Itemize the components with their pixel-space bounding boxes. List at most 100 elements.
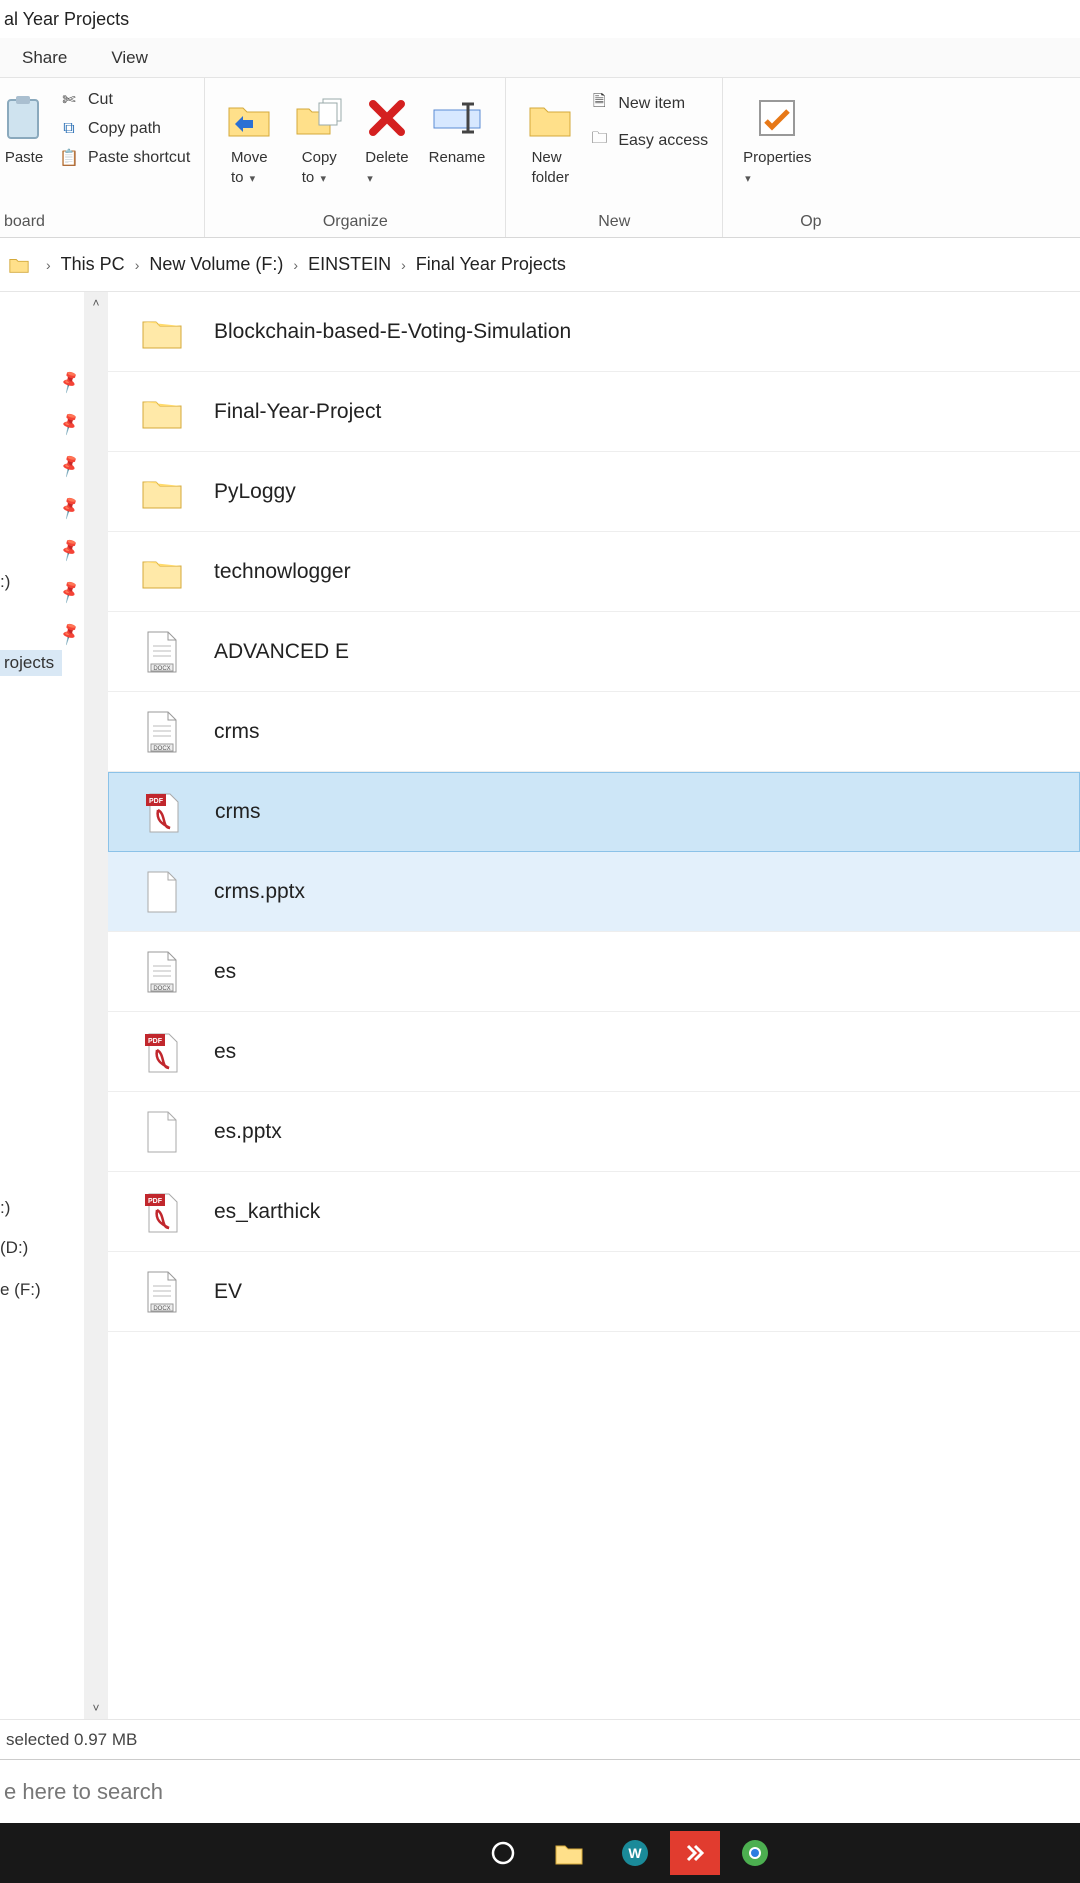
svg-text:DOCX: DOCX bbox=[153, 666, 170, 672]
scroll-track[interactable] bbox=[84, 314, 108, 1697]
delete-button[interactable]: Delete bbox=[355, 84, 418, 191]
breadcrumb-part[interactable]: New Volume (F:) bbox=[149, 254, 283, 275]
breadcrumb-part[interactable]: EINSTEIN bbox=[308, 254, 391, 275]
paste-shortcut-button[interactable]: 📋 Paste shortcut bbox=[54, 146, 194, 170]
copy-path-button[interactable]: ⧉ Copy path bbox=[54, 118, 194, 140]
file-row[interactable]: Final-Year-Project bbox=[108, 372, 1080, 452]
file-name: ADVANCED E bbox=[214, 640, 349, 664]
taskbar-search[interactable]: e here to search bbox=[0, 1759, 1080, 1823]
file-row[interactable]: PDF crms bbox=[108, 772, 1080, 852]
pin-icon: 📌 bbox=[56, 620, 83, 647]
ribbon-group-new: New folder 🗎 New item 🗀 Easy access New bbox=[506, 78, 723, 237]
pdf-icon: PDF bbox=[138, 1188, 186, 1236]
new-folder-button[interactable]: New folder bbox=[516, 84, 584, 191]
copy-path-icon: ⧉ bbox=[58, 120, 80, 138]
breadcrumb-part[interactable]: This PC bbox=[61, 254, 125, 275]
file-row[interactable]: PDFes bbox=[108, 1012, 1080, 1092]
nav-tree-item[interactable]: :) bbox=[0, 1198, 10, 1218]
move-to-button[interactable]: Move to bbox=[215, 84, 283, 191]
menu-bar: Share View bbox=[0, 38, 1080, 78]
paste-button[interactable]: Paste bbox=[4, 84, 54, 172]
menu-share[interactable]: Share bbox=[0, 48, 89, 68]
pin-icon: 📌 bbox=[56, 410, 83, 437]
file-name: es bbox=[214, 1040, 236, 1064]
chrome-taskbar-icon[interactable] bbox=[722, 1828, 788, 1878]
scissors-icon: ✄ bbox=[58, 90, 80, 110]
folder-icon bbox=[8, 254, 30, 276]
file-name: crms.pptx bbox=[214, 880, 305, 904]
chevron-right-icon: › bbox=[293, 257, 298, 273]
svg-text:PDF: PDF bbox=[148, 1198, 163, 1205]
docx-icon: DOCX bbox=[138, 628, 186, 676]
ribbon-group-label: Op bbox=[733, 213, 821, 235]
svg-text:DOCX: DOCX bbox=[153, 746, 170, 752]
ribbon-group-label: New bbox=[516, 213, 712, 235]
file-explorer-taskbar-icon[interactable] bbox=[536, 1828, 602, 1878]
nav-scrollbar[interactable]: ˄ ˅ bbox=[84, 292, 108, 1719]
paste-shortcut-icon: 📋 bbox=[58, 148, 80, 168]
file-row[interactable]: technowlogger bbox=[108, 532, 1080, 612]
docx-icon: DOCX bbox=[138, 948, 186, 996]
chevron-right-icon: › bbox=[46, 257, 51, 273]
menu-view[interactable]: View bbox=[89, 48, 170, 68]
file-row[interactable]: es.pptx bbox=[108, 1092, 1080, 1172]
breadcrumb[interactable]: › This PC › New Volume (F:) › EINSTEIN ›… bbox=[0, 238, 1080, 292]
taskbar: W bbox=[0, 1823, 1080, 1883]
file-row[interactable]: Blockchain-based-E-Voting-Simulation bbox=[108, 292, 1080, 372]
file-row[interactable]: PyLoggy bbox=[108, 452, 1080, 532]
ribbon-group-label: Organize bbox=[215, 213, 495, 235]
nav-tree-item[interactable]: e (F:) bbox=[0, 1280, 41, 1300]
folder-icon bbox=[138, 388, 186, 436]
copy-to-button[interactable]: Copy to bbox=[283, 84, 355, 191]
scroll-up-icon[interactable]: ˄ bbox=[84, 292, 108, 314]
nav-tree-item[interactable]: (D:) bbox=[0, 1238, 28, 1258]
file-name: technowlogger bbox=[214, 560, 351, 584]
rename-button[interactable]: Rename bbox=[419, 84, 496, 172]
file-name: PyLoggy bbox=[214, 480, 296, 504]
folder-icon bbox=[138, 308, 186, 356]
app-blue-taskbar-icon[interactable]: W bbox=[602, 1828, 668, 1878]
nav-tree-item[interactable]: rojects bbox=[0, 650, 62, 676]
navigation-pane[interactable]: 📌 📌 📌 📌 📌 📌 📌 :)rojects:)(D:)e (F:) ˄ ˅ bbox=[0, 292, 108, 1719]
cut-button[interactable]: ✄ Cut bbox=[54, 88, 194, 112]
new-item-button[interactable]: 🗎 New item bbox=[584, 88, 712, 119]
file-row[interactable]: PDFes_karthick bbox=[108, 1172, 1080, 1252]
nav-tree-item[interactable]: :) bbox=[0, 572, 10, 592]
delete-icon bbox=[367, 88, 407, 148]
easy-access-button[interactable]: 🗀 Easy access bbox=[584, 125, 712, 156]
file-name: Final-Year-Project bbox=[214, 400, 381, 424]
chevron-right-icon: › bbox=[135, 257, 140, 273]
file-row[interactable]: DOCXcrms bbox=[108, 692, 1080, 772]
file-row[interactable]: DOCX EV bbox=[108, 1252, 1080, 1332]
file-name: Blockchain-based-E-Voting-Simulation bbox=[214, 320, 571, 344]
file-row[interactable]: DOCX es bbox=[108, 932, 1080, 1012]
file-row[interactable]: DOCX ADVANCED E bbox=[108, 612, 1080, 692]
window-title-bar: al Year Projects bbox=[0, 0, 1080, 38]
file-row[interactable]: crms.pptx bbox=[108, 852, 1080, 932]
properties-button[interactable]: Properties bbox=[733, 84, 821, 191]
breadcrumb-part[interactable]: Final Year Projects bbox=[416, 254, 566, 275]
new-item-icon: 🗎 bbox=[588, 90, 610, 117]
pin-icon: 📌 bbox=[56, 578, 83, 605]
app-red-taskbar-icon[interactable] bbox=[670, 1831, 720, 1875]
docx-icon: DOCX bbox=[138, 1268, 186, 1316]
folder-icon bbox=[138, 468, 186, 516]
svg-text:W: W bbox=[628, 1845, 642, 1861]
scroll-down-icon[interactable]: ˅ bbox=[84, 1697, 108, 1719]
cortana-ring-icon[interactable] bbox=[470, 1828, 536, 1878]
file-name: crms bbox=[215, 800, 261, 824]
window-title: al Year Projects bbox=[4, 9, 129, 30]
file-name: es bbox=[214, 960, 236, 984]
pin-icon: 📌 bbox=[56, 368, 83, 395]
file-name: EV bbox=[214, 1280, 242, 1304]
rename-icon bbox=[432, 88, 482, 148]
file-list[interactable]: Blockchain-based-E-Voting-Simulation Fina… bbox=[108, 292, 1080, 1719]
svg-text:PDF: PDF bbox=[149, 798, 164, 805]
search-placeholder: e here to search bbox=[4, 1779, 163, 1805]
ribbon-group-label: board bbox=[4, 213, 194, 235]
move-to-icon bbox=[225, 88, 273, 148]
file-name: es.pptx bbox=[214, 1120, 282, 1144]
chevron-right-icon: › bbox=[401, 257, 406, 273]
ribbon-group-organize: Move to Copy to Delete Rename bbox=[205, 78, 506, 237]
properties-icon bbox=[756, 88, 798, 148]
